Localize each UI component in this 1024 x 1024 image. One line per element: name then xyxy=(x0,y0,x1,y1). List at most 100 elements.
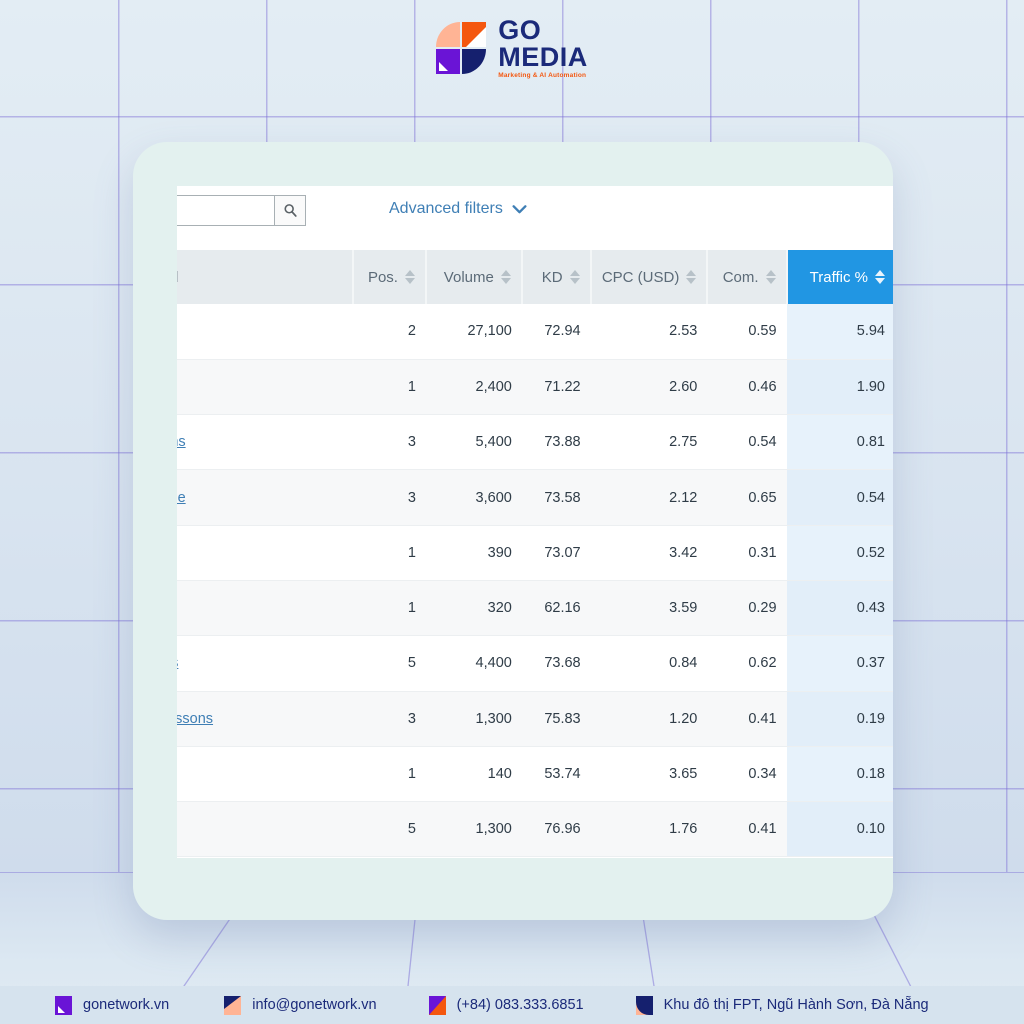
sort-arrows-icon[interactable] xyxy=(765,270,776,284)
column-header-volume-label: Volume xyxy=(443,268,494,286)
search-box[interactable] xyxy=(177,195,306,226)
cell-kd: 71.22 xyxy=(521,359,591,416)
cell-traffic: 0.18 xyxy=(786,746,893,803)
footer-label-email: info@gonetwork.vn xyxy=(252,997,377,1013)
cell-pos: 1 xyxy=(353,359,426,416)
cell-traffic: 0.81 xyxy=(786,414,893,471)
chevron-down-icon xyxy=(512,202,527,216)
advanced-filters-label: Advanced filters xyxy=(389,200,503,217)
search-input[interactable] xyxy=(177,196,274,225)
column-header-traffic-label: Traffic % xyxy=(809,268,868,286)
sort-arrows-icon[interactable] xyxy=(569,270,580,284)
table-row[interactable]: nline 33,60073.582.120.650.54 xyxy=(177,469,893,526)
cell-traffic: 0.43 xyxy=(786,580,893,637)
footer-item-email[interactable]: info@gonetwork.vn xyxy=(224,995,377,1015)
cell-keyword: om xyxy=(177,525,354,581)
cell-com: 0.31 xyxy=(707,525,787,581)
cell-kd: 73.58 xyxy=(521,469,591,526)
brand-wordmark: GO MEDIA Marketing & AI Automation xyxy=(498,16,588,80)
cell-keyword: sons xyxy=(177,414,354,471)
cell-com: 0.41 xyxy=(707,691,787,747)
cell-cpc: 3.42 xyxy=(590,525,708,581)
cell-volume: 1,300 xyxy=(425,801,522,858)
column-header-keyword[interactable]: rd xyxy=(177,250,355,304)
column-header-com-label: Com. xyxy=(722,268,759,286)
column-header-com[interactable]: Com. xyxy=(707,250,788,304)
cell-traffic: 0.10 xyxy=(786,801,893,858)
cell-cpc: 0.84 xyxy=(590,635,708,692)
column-header-pos-label: Pos. xyxy=(367,268,398,286)
search-icon[interactable] xyxy=(274,196,305,225)
sort-arrows-icon[interactable] xyxy=(686,270,697,284)
app-screenshot: Advanced filters rd xyxy=(177,186,893,858)
keyword-link[interactable]: r lessons xyxy=(177,711,213,727)
table-body: 2 27,100 72.94 2.53 0.59 5.94 1 2,400 71.22 2.60 0… xyxy=(177,304,893,858)
table-header-row: rd Pos. Volume xyxy=(177,250,893,304)
cell-kd: 73.88 xyxy=(521,414,591,471)
table-row[interactable]: ne51,30076.961.760.410.10 xyxy=(177,801,893,858)
cell-volume: 140 xyxy=(425,746,522,803)
cell-keyword: r lessons xyxy=(177,691,354,747)
cell-traffic: 0.19 xyxy=(786,691,893,747)
cell-cpc: 2.60 xyxy=(590,359,708,416)
footer-label-address: Khu đô thị FPT, Ngũ Hành Sơn, Đà Nẵng xyxy=(663,997,929,1013)
column-header-volume[interactable]: Volume xyxy=(425,250,523,304)
column-header-kd[interactable]: KD xyxy=(521,250,592,304)
cell-pos: 1 xyxy=(353,746,426,803)
table-row[interactable]: om139073.073.420.310.52 xyxy=(177,525,893,581)
cell-traffic: 5.94 xyxy=(786,304,893,360)
table-row[interactable]: r lessons 31,30075.831.200.410.19 xyxy=(177,691,893,747)
cell-traffic: 0.37 xyxy=(786,635,893,692)
keyword-link[interactable]: nline xyxy=(177,490,186,506)
cell-cpc: 1.76 xyxy=(590,801,708,858)
cell-com: 0.46 xyxy=(707,359,787,416)
table-row[interactable]: sons 35,40073.882.750.540.81 xyxy=(177,414,893,471)
cell-pos: 3 xyxy=(353,414,426,471)
cell-pos: 3 xyxy=(353,691,426,747)
sort-arrows-icon[interactable] xyxy=(875,270,885,284)
table-row[interactable]: 1 2,400 71.22 2.60 0.46 1.90 xyxy=(177,359,893,416)
column-header-pos[interactable]: Pos. xyxy=(353,250,427,304)
table-row[interactable]: 2 27,100 72.94 2.53 0.59 5.94 xyxy=(177,304,893,360)
table-row[interactable]: ons 54,40073.680.840.620.37 xyxy=(177,635,893,692)
brand-tagline: Marketing & AI Automation xyxy=(498,71,587,79)
footer-item-phone[interactable]: (+84) 083.333.6851 xyxy=(428,995,584,1015)
phone-icon xyxy=(428,995,446,1015)
table-header: rd Pos. Volume xyxy=(177,250,893,304)
column-header-traffic[interactable]: Traffic % xyxy=(786,250,893,304)
footer-item-address[interactable]: Khu đô thị FPT, Ngũ Hành Sơn, Đà Nẵng xyxy=(635,995,929,1015)
cell-volume: 2,400 xyxy=(425,359,522,416)
cell-volume: 27,100 xyxy=(425,304,522,360)
footer-label-phone: (+84) 083.333.6851 xyxy=(456,997,584,1013)
cell-keyword xyxy=(177,304,354,360)
footer-label-website: gonetwork.vn xyxy=(83,997,170,1013)
column-header-cpc[interactable]: CPC (USD) xyxy=(590,250,709,304)
cell-cpc: 2.12 xyxy=(590,469,708,526)
cell-com: 0.65 xyxy=(707,469,787,526)
keywords-table: rd Pos. Volume xyxy=(177,250,893,858)
logo-quadrant-peach xyxy=(436,22,461,47)
cell-pos: 2 xyxy=(353,304,426,360)
cell-com: 0.59 xyxy=(707,304,787,360)
keyword-link[interactable]: sons xyxy=(177,434,186,450)
cell-keyword: om xyxy=(177,580,354,637)
cell-kd: 72.94 xyxy=(521,304,591,360)
keyword-link[interactable]: ons xyxy=(177,655,178,671)
address-icon xyxy=(635,995,653,1015)
column-header-cpc-label: CPC (USD) xyxy=(601,268,680,286)
cell-volume: 390 xyxy=(425,525,522,581)
footer-item-website[interactable]: gonetwork.vn xyxy=(55,995,170,1015)
website-icon xyxy=(55,995,72,1015)
column-header-kd-label: KD xyxy=(541,268,563,286)
table-row[interactable]: om132062.163.590.290.43 xyxy=(177,580,893,637)
table-row[interactable]: om114053.743.650.340.18 xyxy=(177,746,893,803)
logo-quadrant-orange xyxy=(462,22,487,47)
brand-word-media: MEDIA xyxy=(498,41,588,72)
cell-traffic: 0.54 xyxy=(786,469,893,526)
advanced-filters-button[interactable]: Advanced filters xyxy=(389,200,527,218)
sort-arrows-icon[interactable] xyxy=(500,270,511,284)
cell-volume: 5,400 xyxy=(425,414,522,471)
cell-keyword xyxy=(177,359,354,416)
cell-cpc: 2.53 xyxy=(590,304,708,360)
sort-arrows-icon[interactable] xyxy=(404,270,415,284)
